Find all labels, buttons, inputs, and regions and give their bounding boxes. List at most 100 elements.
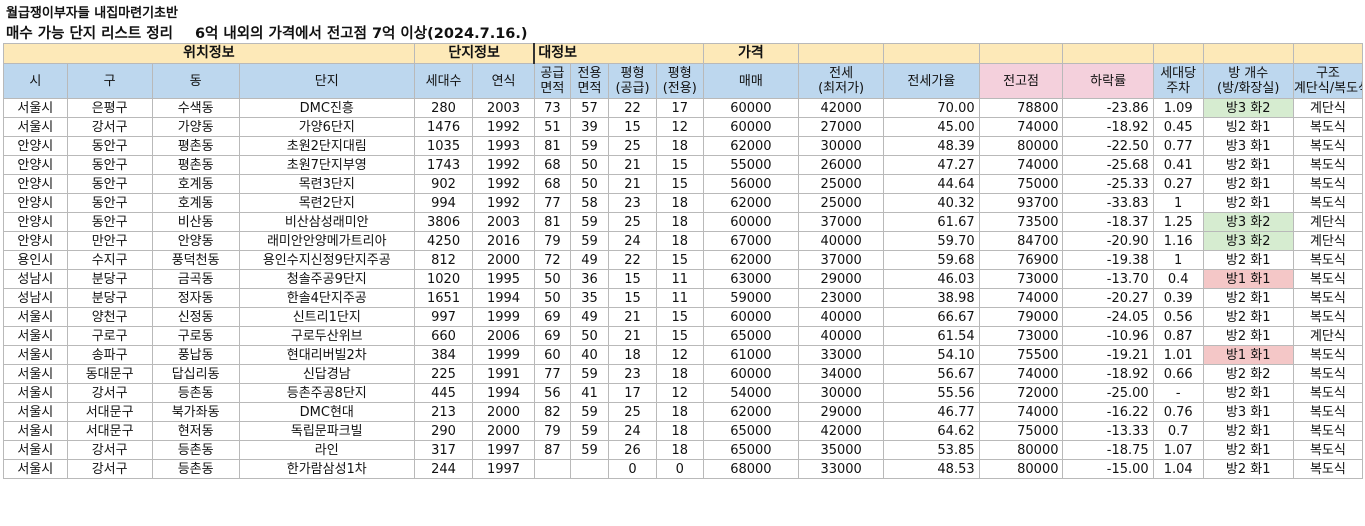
cell-households: 3806: [413, 212, 474, 232]
cell-previous-peak: 80000: [978, 459, 1064, 479]
cell-structure: 계단식: [1292, 326, 1364, 346]
cell-parking-per-household: 1.09: [1152, 98, 1204, 118]
cell-district: 분당구: [66, 288, 153, 308]
cell-decline-rate: -18.92: [1062, 364, 1154, 384]
cell-dong: 호계동: [151, 193, 240, 213]
cell-district: 강서구: [66, 459, 153, 479]
cell-previous-peak: 73000: [978, 326, 1064, 346]
cell-room-count: 방2 화1: [1202, 250, 1294, 270]
table-row: 용인시 수지구 풍덕천동 용인수지신정9단지주공 812 2000 72 49 22 15 6200…: [3, 250, 1364, 270]
cell-dong: 등촌동: [151, 383, 240, 403]
table-row: 성남시 분당구 금곡동 청솔주공9단지 1020 1995 50 36 15 11 63000 290…: [3, 269, 1364, 289]
cell-district: 분당구: [66, 269, 153, 289]
cell-supply-area: 50: [533, 288, 571, 308]
cell-pyeong-supply: 22: [608, 98, 657, 118]
cell-exclusive-area: 35: [569, 288, 610, 308]
cell-jeonse-ratio: 56.67: [883, 364, 980, 384]
cell-sale-price: 56000: [702, 174, 800, 194]
cell-room-count: 방3 화2: [1202, 98, 1294, 118]
cell-exclusive-area: 40: [569, 345, 610, 365]
cell-structure: 계단식: [1292, 212, 1364, 232]
cell-pyeong-supply: 21: [608, 174, 657, 194]
cell-pyeong-exclusive: 15: [655, 174, 704, 194]
cell-parking-per-household: 0.41: [1152, 155, 1204, 175]
cell-pyeong-exclusive: 15: [655, 307, 704, 327]
cell-jeonse-price: 27000: [798, 117, 885, 137]
column-header-pyeong-supply: 평형 (공급): [608, 63, 657, 99]
cell-previous-peak: 74000: [978, 364, 1064, 384]
cell-households: 1035: [413, 136, 474, 156]
cell-structure: 복도식: [1292, 421, 1364, 441]
cell-previous-peak: 75500: [978, 345, 1064, 365]
cell-previous-peak: 84700: [978, 231, 1064, 251]
cell-households: 213: [413, 402, 474, 422]
cell-dong: 등촌동: [151, 459, 240, 479]
cell-city: 안양시: [3, 193, 68, 213]
cell-room-count: 방2 화2: [1202, 364, 1294, 384]
cell-parking-per-household: 0.7: [1152, 421, 1204, 441]
cell-dong: 호계동: [151, 174, 240, 194]
cell-jeonse-price: 40000: [798, 326, 885, 346]
group-price: 가격: [702, 43, 800, 64]
cell-previous-peak: 79000: [978, 307, 1064, 327]
group-empty: [798, 43, 885, 64]
cell-households: 384: [413, 345, 474, 365]
cell-district: 동안구: [66, 193, 153, 213]
cell-jeonse-price: 26000: [798, 155, 885, 175]
group-empty: [1202, 43, 1294, 64]
table-row: 서울시 강서구 가양동 가양6단지 1476 1992 51 39 15 12 60000 27000…: [3, 117, 1364, 137]
cell-district: 구로구: [66, 326, 153, 346]
cell-supply-area: 69: [533, 307, 571, 327]
cell-jeonse-ratio: 40.32: [883, 193, 980, 213]
cell-jeonse-ratio: 59.70: [883, 231, 980, 251]
cell-sale-price: 65000: [702, 421, 800, 441]
cell-pyeong-supply: 23: [608, 193, 657, 213]
cell-jeonse-price: 35000: [798, 440, 885, 460]
cell-room-count: 방2 화1: [1202, 326, 1294, 346]
cell-city: 서울시: [3, 345, 68, 365]
column-header-sale-price: 매매: [702, 63, 800, 99]
cell-exclusive-area: 59: [569, 231, 610, 251]
cell-jeonse-ratio: 61.54: [883, 326, 980, 346]
cell-jeonse-ratio: 48.39: [883, 136, 980, 156]
cell-city: 서울시: [3, 117, 68, 137]
cell-pyeong-exclusive: 18: [655, 231, 704, 251]
cell-room-count: 방3 화2: [1202, 231, 1294, 251]
cell-district: 송파구: [66, 345, 153, 365]
group-header-row: 위치정보 단지정보 대정보 가격: [3, 43, 1364, 64]
cell-jeonse-ratio: 45.00: [883, 117, 980, 137]
column-header-decline-rate: 하락률: [1062, 63, 1154, 99]
cell-structure: 복도식: [1292, 345, 1364, 365]
cell-built-year: 2003: [472, 212, 535, 232]
cell-jeonse-price: 42000: [798, 421, 885, 441]
cell-sale-price: 65000: [702, 326, 800, 346]
cell-sale-price: 62000: [702, 193, 800, 213]
cell-jeonse-ratio: 53.85: [883, 440, 980, 460]
cell-dong: 수색동: [151, 98, 240, 118]
column-header-row: 시 구 동 단지 세대수 연식 공급 면적 전용 면적 평형 (공급) 평형 (전용) 매매 전세 (최저가) 전…: [3, 63, 1364, 99]
cell-complex: 신답경남: [238, 364, 415, 384]
cell-decline-rate: -18.75: [1062, 440, 1154, 460]
cell-sale-price: 60000: [702, 364, 800, 384]
cell-decline-rate: -22.50: [1062, 136, 1154, 156]
cell-room-count: 방1 화1: [1202, 269, 1294, 289]
cell-households: 445: [413, 383, 474, 403]
column-header-city: 시: [3, 63, 68, 99]
cell-dong: 신정동: [151, 307, 240, 327]
cell-decline-rate: -19.38: [1062, 250, 1154, 270]
cell-supply-area: 56: [533, 383, 571, 403]
cell-city: 서울시: [3, 326, 68, 346]
cell-jeonse-price: 33000: [798, 459, 885, 479]
cell-district: 양천구: [66, 307, 153, 327]
group-empty: [883, 43, 980, 64]
table-row: 안양시 만안구 안양동 래미안안양메가트리아 4250 2016 79 59 24 18 67000…: [3, 231, 1364, 251]
cell-dong: 안양동: [151, 231, 240, 251]
column-header-district: 구: [66, 63, 153, 99]
cell-sale-price: 60000: [702, 307, 800, 327]
cell-parking-per-household: 1.04: [1152, 459, 1204, 479]
column-header-parking-per-household: 세대당 주차: [1152, 63, 1204, 99]
cell-built-year: 2003: [472, 98, 535, 118]
cell-built-year: 1992: [472, 193, 535, 213]
cell-room-count: 방2 화1: [1202, 193, 1294, 213]
cell-jeonse-ratio: 59.68: [883, 250, 980, 270]
